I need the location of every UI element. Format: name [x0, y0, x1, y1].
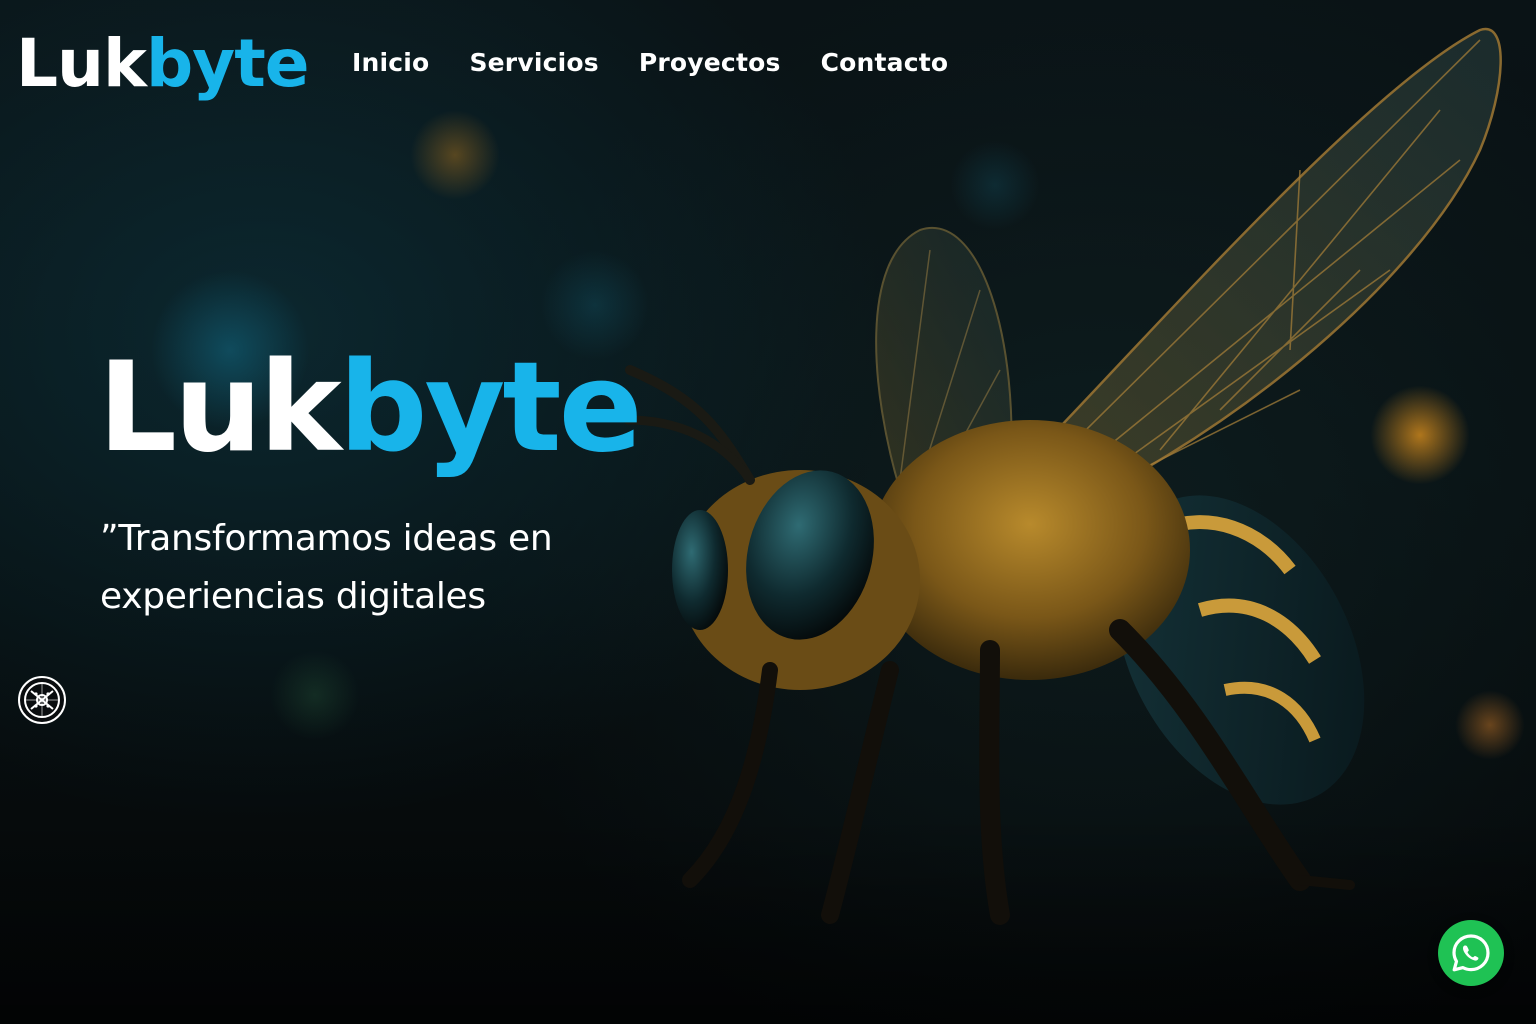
hero-title: Lukbyte — [98, 336, 643, 480]
accessibility-icon — [24, 682, 60, 718]
hero-tagline: ”Transformamos ideas en experiencias dig… — [100, 518, 553, 617]
whatsapp-icon — [1452, 934, 1490, 972]
hero-title-part1: Luk — [98, 336, 342, 480]
nav-item-proyectos[interactable]: Proyectos — [639, 48, 781, 77]
nav-item-inicio[interactable]: Inicio — [352, 48, 429, 77]
bee-icon — [623, 27, 1502, 925]
site-header: Lukbyte Inicio Servicios Proyectos Conta… — [0, 0, 1536, 124]
main-nav: Inicio Servicios Proyectos Contacto — [352, 42, 948, 82]
nav-item-servicios[interactable]: Servicios — [469, 48, 598, 77]
nav-item-contacto[interactable]: Contacto — [821, 48, 949, 77]
accessibility-button[interactable] — [18, 676, 66, 724]
brand-logo-part1: Luk — [16, 25, 147, 102]
bokeh-light — [270, 650, 360, 740]
brand-logo-part2: byte — [145, 25, 310, 102]
brand-logo[interactable]: Lukbyte — [16, 24, 310, 104]
hero-title-part2: byte — [338, 336, 643, 480]
whatsapp-button[interactable] — [1438, 920, 1504, 986]
